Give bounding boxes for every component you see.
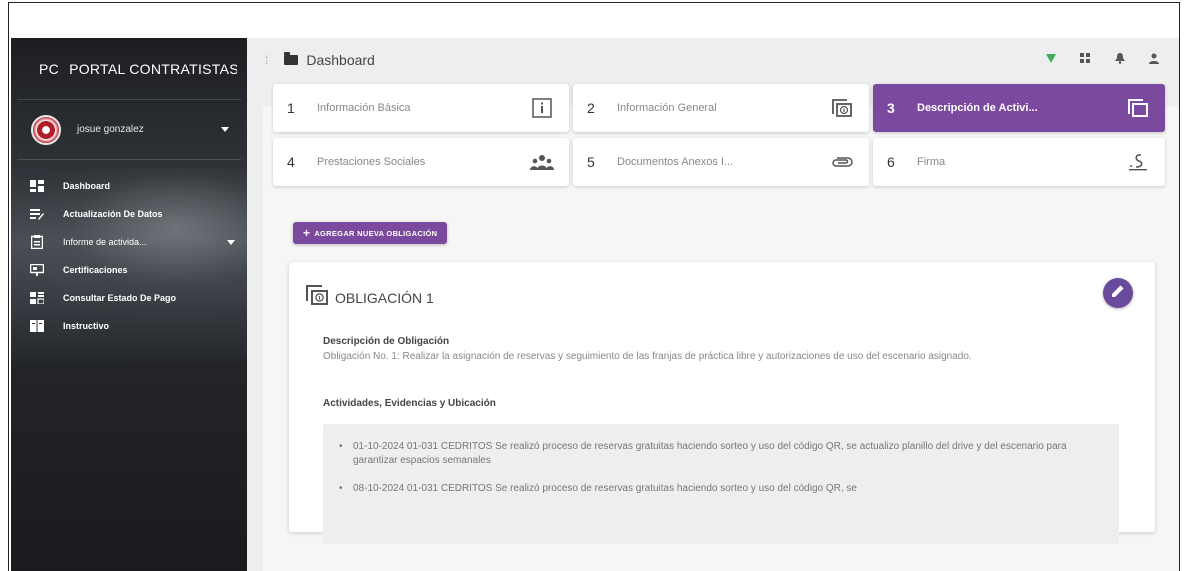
card-header: OBLIGACIÓN 1 (305, 284, 434, 311)
menu-toggle-icon[interactable]: ⁞ (265, 53, 268, 67)
sidebar-item-certificaciones[interactable]: Certificaciones (11, 256, 247, 284)
step-label: Documentos Anexos I... (617, 156, 734, 168)
copy-info-icon (305, 284, 329, 311)
sidebar-item-label: Dashboard (63, 181, 111, 191)
list-item: 08-10-2024 01-031 CEDRITOS Se realizó pr… (337, 482, 1107, 496)
dashboard-icon (29, 179, 45, 193)
signature-icon (1125, 151, 1151, 173)
sidebar-item-label: Certificaciones (63, 265, 128, 275)
group-icon (529, 151, 555, 173)
user-menu[interactable]: josue gonzalez (17, 100, 241, 160)
step-firma[interactable]: 6 Firma (873, 138, 1165, 186)
list-item: 01-10-2024 01-031 CEDRITOS Se realizó pr… (337, 440, 1107, 468)
step-label: Firma (917, 156, 946, 168)
brand[interactable]: PC PORTAL CONTRATISTAS (17, 38, 241, 100)
step-informacion-basica[interactable]: 1 Información Básica (273, 84, 569, 132)
sidebar-item-instructivo[interactable]: Instructivo (11, 312, 247, 340)
description-text: Obligación No. 1: Realizar la asignación… (323, 351, 972, 362)
step-descripcion-actividades[interactable]: 3 Descripción de Activi... (873, 84, 1165, 132)
person-icon[interactable] (1149, 51, 1159, 69)
sidebar-item-label: Consultar Estado De Pago (63, 293, 177, 303)
step-label: Información General (617, 102, 717, 114)
step-label: Prestaciones Sociales (317, 156, 426, 168)
brand-full: PORTAL CONTRATISTAS (69, 60, 238, 77)
chevron-down-icon[interactable] (221, 127, 229, 132)
main-area: ⁞ Dashboard 1 Información Básica 2 Infor… (247, 38, 1179, 571)
report-icon (29, 235, 45, 249)
book-icon (29, 319, 45, 333)
edit-obligation-button[interactable] (1103, 278, 1133, 308)
pencil-icon (1111, 284, 1125, 303)
step-number: 1 (287, 100, 295, 116)
activities-list: 01-10-2024 01-031 CEDRITOS Se realizó pr… (323, 424, 1119, 544)
edit-data-icon (29, 207, 45, 221)
certificate-icon (29, 263, 45, 277)
sidebar-item-label: Informe de activida... (63, 237, 147, 247)
step-number: 3 (887, 100, 895, 116)
step-label: Información Básica (317, 102, 411, 114)
sidebar-item-label: Instructivo (63, 321, 110, 331)
wizard-steps: 1 Información Básica 2 Información Gener… (273, 84, 1165, 186)
plus-icon: + (303, 226, 311, 240)
step-informacion-general[interactable]: 2 Información General (573, 84, 869, 132)
user-name: josue gonzalez (77, 124, 144, 135)
obligation-title: OBLIGACIÓN 1 (335, 289, 434, 306)
top-bar: ⁞ Dashboard (247, 38, 1179, 82)
avatar (31, 114, 61, 145)
step-number: 6 (887, 154, 895, 170)
apps-icon[interactable] (1080, 51, 1091, 69)
step-number: 5 (587, 154, 595, 170)
sidebar-item-label: Actualización De Datos (63, 209, 163, 219)
screenshot-frame: PC PORTAL CONTRATISTAS josue gonzalez Da… (8, 2, 1180, 571)
filter-icon[interactable] (1046, 51, 1056, 69)
brand-mini: PC (39, 60, 60, 77)
sidebar-item-informe[interactable]: Informe de activida... (11, 228, 247, 256)
copy-icon (1125, 97, 1151, 119)
sidebar: PC PORTAL CONTRATISTAS josue gonzalez Da… (11, 38, 247, 571)
chevron-down-icon[interactable] (227, 239, 235, 245)
activities-heading: Actividades, Evidencias y Ubicación (323, 398, 496, 409)
app-window: PC PORTAL CONTRATISTAS josue gonzalez Da… (11, 38, 1179, 571)
add-obligation-label: AGREGAR NUEVA OBLIGACIÓN (314, 228, 438, 238)
content-panel: 1 Información Básica 2 Información Gener… (263, 84, 1179, 571)
sidebar-nav: Dashboard Actualización De Datos Informe… (11, 160, 247, 340)
step-number: 4 (287, 154, 295, 170)
step-label: Descripción de Activi... (917, 102, 1038, 114)
description-heading: Descripción de Obligación (323, 336, 450, 347)
bell-icon[interactable] (1115, 51, 1125, 69)
sidebar-item-consultar-pago[interactable]: Consultar Estado De Pago (11, 284, 247, 312)
folder-icon (284, 52, 299, 65)
info-icon (529, 97, 555, 119)
step-prestaciones-sociales[interactable]: 4 Prestaciones Sociales (273, 138, 569, 186)
page-title: Dashboard (306, 52, 375, 68)
add-obligation-button[interactable]: + AGREGAR NUEVA OBLIGACIÓN (293, 222, 448, 244)
step-documentos-anexos[interactable]: 5 Documentos Anexos I... (573, 138, 869, 186)
sidebar-item-actualizacion[interactable]: Actualización De Datos (11, 200, 247, 228)
attachment-icon (829, 151, 855, 173)
copy-info-icon (829, 97, 855, 119)
obligation-card: OBLIGACIÓN 1 Descripción de Obligación O… (289, 262, 1155, 544)
payment-status-icon (29, 291, 45, 305)
sidebar-item-dashboard[interactable]: Dashboard (11, 172, 247, 200)
step-number: 2 (587, 100, 595, 116)
